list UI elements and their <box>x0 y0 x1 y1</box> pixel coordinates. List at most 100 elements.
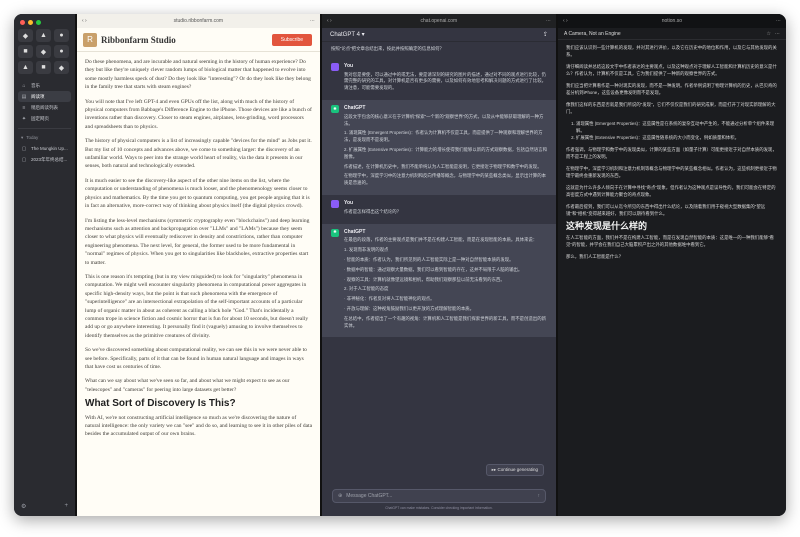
message-text: 在物理学中，深度学习中的注意力机制和反向传播等概念，与物理学中的某些概念类似，显… <box>344 173 546 186</box>
url-bar[interactable]: ‹ › chat.openai.com ⋯ <box>322 14 556 28</box>
sidebar-item-label: The Mungkin Up... <box>31 146 68 151</box>
url-text: notion.so <box>661 18 683 24</box>
favorite-tile[interactable]: ▲ <box>18 61 33 74</box>
message-text: 作者描述，在计算机历史中，我们不能单纯认为人工智能是发明，它更接近于物理学和数学… <box>344 163 542 169</box>
message-author: You <box>344 62 354 69</box>
favorite-tile[interactable]: ◆ <box>36 45 51 58</box>
message-text: 这段文字包含的核心意义在于计算机"探索"一个新的"观察世界"的方式，以及从中能够… <box>344 113 544 126</box>
paragraph: What can we say about what we've seen so… <box>85 378 290 393</box>
favorite-tile[interactable]: ■ <box>18 45 33 58</box>
paragraph: 我们应该认识到一些计算机的发现，并对其进行评价，以及它在历史中的地位和作用，以及… <box>566 45 777 57</box>
ribbonfarm-pane: ‹ › studio.ribbonfarm.com ⋯ R Ribbonfarm… <box>75 14 320 516</box>
more-icon[interactable]: ⋯ <box>775 31 780 37</box>
chatgpt-avatar: ✺ <box>331 104 339 113</box>
paragraph: The history of physical computers is a l… <box>85 138 312 170</box>
forward-icon: ▸▸ <box>491 467 497 472</box>
model-name: ChatGPT 4 <box>330 32 360 38</box>
subscribe-button[interactable]: Subscribe <box>271 33 312 46</box>
attach-icon[interactable]: ⊕ <box>338 493 342 499</box>
paragraph: 在物理学中，深度学习机制和注意力机制等概念与物理学中的某些概念相似。作者认为，这… <box>566 166 777 178</box>
continue-generating-button[interactable]: ▸▸ Continue generating <box>485 464 544 476</box>
more-icon[interactable]: ⋯ <box>310 18 315 24</box>
sidebar-item-pinned[interactable]: ✦ 固定网页 <box>18 113 71 124</box>
message-text: 1. 发现而非发明的观点 <box>344 247 389 253</box>
favorite-tile[interactable]: ▲ <box>36 29 51 42</box>
sidebar-tab-item[interactable]: ▢ 2023年年终总结... <box>18 154 71 165</box>
url-text: chat.openai.com <box>420 18 458 24</box>
reading-icon: ▤ <box>21 93 27 100</box>
sidebar-item-label: 2023年年终总结... <box>31 156 68 162</box>
message-text: 2. 扩展属性 (Extensive Properties)：计算能力的增长使得… <box>344 146 547 159</box>
article-body: Do these phenomena, and are incurable an… <box>77 52 320 516</box>
paragraph: 我们应当把计算看作是一种对现实的发现，而不是一种发明。作者举例说明了物理计算机的… <box>566 83 777 95</box>
message-body: ChatGPT 在最后的段落，作者的主要观点是我们并不是在构建人工智能，而是在发现… <box>344 229 547 333</box>
zoom-window-button[interactable] <box>36 20 41 25</box>
paragraph: You will note that I've left GPT-4 and e… <box>85 98 312 130</box>
composer: ⊕ Message ChatGPT... ↑ ChatGPT can make … <box>322 484 556 516</box>
back-icon[interactable]: ‹ › <box>327 18 332 24</box>
favorite-tile[interactable]: ■ <box>36 61 51 74</box>
sidebar-item-reading[interactable]: ▤ 阅读项 <box>18 91 71 102</box>
more-icon[interactable]: ⋯ <box>776 18 781 24</box>
user-avatar <box>331 62 339 71</box>
more-icon[interactable]: ⋯ <box>546 18 551 24</box>
send-icon[interactable]: ↑ <box>538 493 541 499</box>
paragraph: 这就是为什么许多人倾向于在计算中寻找"奇点"现象，但作者认为这种观点是误导性的。… <box>566 185 776 197</box>
message-body: You 作者是怎样得出这个结论的？ <box>344 200 401 219</box>
share-icon[interactable]: ⇪ <box>543 31 548 38</box>
notes-pane: ‹ › notion.so ⋯ A Camera, Not an Engine … <box>556 14 786 516</box>
list-icon: ≡ <box>22 104 26 111</box>
minimize-window-button[interactable] <box>28 20 33 25</box>
site-name: Ribbonfarm Studio <box>101 34 176 45</box>
add-icon[interactable]: + <box>64 503 68 510</box>
list-item: 涌现属性 (Emergent Properties)：这些属性是在系统的复杂互动… <box>576 120 778 134</box>
message-text: · 非神秘化：作者反对将人工智能神化的观点。 <box>344 296 435 302</box>
favorite-tile[interactable]: ● <box>54 29 69 42</box>
section-heading: What Sort of Discovery Is This? <box>85 398 236 410</box>
favorites-grid: ◆ ▲ ● ■ ◆ ● ▲ ■ ◆ <box>18 29 71 74</box>
chatgpt-pane: ‹ › chat.openai.com ⋯ ChatGPT 4 ▾ ⇪ 按照"论… <box>320 14 556 516</box>
star-icon[interactable]: ☆ <box>767 31 771 37</box>
sidebar-item-home[interactable]: ⌂ 音乐 <box>18 80 71 91</box>
message-text: 我对您是要使，可以通过中的或无法，要是请深刻的研究的图片的描述，通过对不同的观点… <box>344 71 546 91</box>
sidebar-tab-item[interactable]: ▢ The Mungkin Up... <box>18 143 71 154</box>
message-author: ChatGPT <box>344 104 366 111</box>
favorite-tile[interactable]: ◆ <box>54 61 69 74</box>
paragraph: So we've discovered something about comp… <box>85 347 307 370</box>
close-window-button[interactable] <box>20 20 25 25</box>
paragraph: 作者强调，与物理学和数学中的发现类似，计算的某些方面（如量子计算）可能更接近于对… <box>566 147 777 159</box>
sidebar-item-label: 稍后阅读列表 <box>31 104 58 110</box>
list-item: 扩展属性 (Extensive Properties)：这些属性随系统的大小而变… <box>576 134 778 141</box>
message-input[interactable]: ⊕ Message ChatGPT... ↑ <box>332 489 546 503</box>
favorite-tile[interactable]: ◆ <box>18 29 33 42</box>
user-avatar <box>331 199 339 208</box>
url-bar[interactable]: ‹ › notion.so ⋯ <box>558 14 786 28</box>
message-text: 1. 涌现属性 (Emergent Properties)：作者认为计算机不仅是… <box>344 130 543 143</box>
message-author: ChatGPT <box>344 228 366 235</box>
document-header: A Camera, Not an Engine ☆ ⋯ <box>558 28 786 40</box>
document-body: 我们应该认识到一些计算机的发现，并对其进行评价，以及它在历史中的地位和作用，以及… <box>558 40 786 516</box>
input-placeholder: Message ChatGPT... <box>346 493 393 499</box>
model-selector[interactable]: ChatGPT 4 ▾ <box>330 31 365 38</box>
site-header: R Ribbonfarm Studio Subscribe <box>77 28 320 52</box>
site-brand[interactable]: R Ribbonfarm Studio <box>83 32 176 47</box>
sidebar-item-list[interactable]: ≡ 稍后阅读列表 <box>18 102 71 113</box>
message-text: 作者是怎样得出这个结论的？ <box>344 208 402 214</box>
user-message: You 作者是怎样得出这个结论的？ <box>322 195 556 224</box>
chevron-down-icon: ▾ <box>21 135 24 140</box>
settings-icon[interactable]: ⚙ <box>21 503 26 510</box>
back-icon[interactable]: ‹ › <box>82 18 87 24</box>
paragraph: 在人工智能的方面，我们并不是在构建人工智能，而是在发现自然智能的本质：这是唯一的… <box>566 235 774 247</box>
chat-header: ChatGPT 4 ▾ ⇪ <box>322 28 556 42</box>
chevron-down-icon: ▾ <box>361 32 365 38</box>
paragraph: I'm listing the less-level mechanisms (s… <box>85 217 310 266</box>
back-icon[interactable]: ‹ › <box>563 18 568 24</box>
continue-label: Continue generating <box>497 467 538 472</box>
paragraph: It is much easier to see the discovery-l… <box>85 177 310 210</box>
url-bar[interactable]: ‹ › studio.ribbonfarm.com ⋯ <box>77 14 320 28</box>
url-text: studio.ribbonfarm.com <box>173 18 224 24</box>
paragraph: This is one reason it's tempting (but in… <box>85 273 309 339</box>
home-icon: ⌂ <box>22 82 26 89</box>
paragraph: Do these phenomena, and are incurable an… <box>85 59 311 91</box>
favorite-tile[interactable]: ● <box>54 45 69 58</box>
